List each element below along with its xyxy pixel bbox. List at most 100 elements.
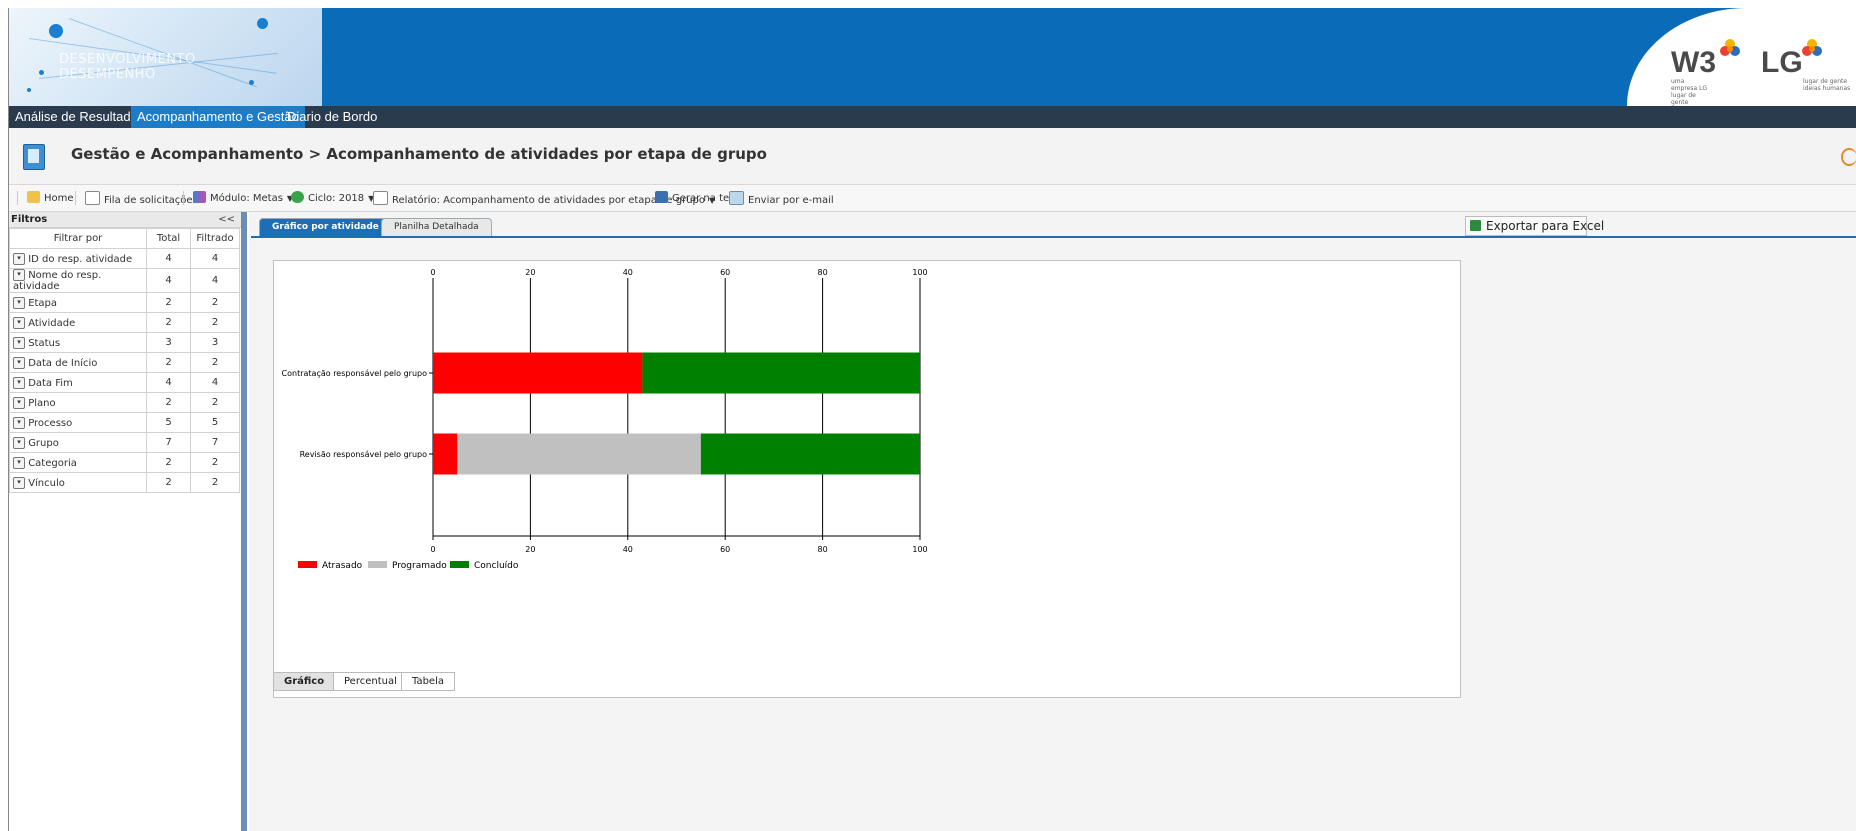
- x-tick-label-top: 60: [720, 268, 730, 277]
- filter-row: ▾ Etapa 2 2: [9, 292, 240, 313]
- send-email-button[interactable]: Enviar por e-mail: [729, 191, 834, 206]
- lg-tagline: lugar de gente ideias humanas: [1803, 78, 1851, 92]
- queue-button[interactable]: Fila de solicitações: [85, 191, 198, 206]
- home-button[interactable]: Home: [27, 191, 74, 205]
- export-label: Exportar para Excel: [1486, 219, 1605, 233]
- column-header: Total: [146, 228, 191, 249]
- filter-dropdown-icon[interactable]: ▾: [13, 416, 25, 429]
- filter-dropdown-icon[interactable]: ▾: [13, 396, 25, 409]
- menu-analise-resultados[interactable]: Análise de Resultados: [9, 106, 150, 128]
- filter-dropdown-icon[interactable]: ▾: [13, 336, 25, 349]
- filter-label-cell: ▾ Atividade: [9, 312, 147, 333]
- filter-filtered: 2: [190, 472, 240, 493]
- filter-total: 5: [146, 412, 191, 433]
- filter-dropdown-icon[interactable]: ▾: [13, 296, 25, 309]
- refresh-icon[interactable]: [1841, 148, 1856, 166]
- module-dropdown[interactable]: Módulo: Metas ▼: [193, 191, 293, 205]
- x-tick-label-bottom: 80: [818, 545, 828, 554]
- legend-swatch: [450, 561, 469, 568]
- filter-total: 2: [146, 472, 191, 493]
- filter-total: 4: [146, 372, 191, 393]
- home-label: Home: [44, 193, 74, 204]
- filter-row: ▾ Processo 5 5: [9, 412, 240, 433]
- filter-label-cell: ▾ Plano: [9, 392, 147, 413]
- menu-acompanhamento-gestao[interactable]: Acompanhamento e Gestão: [131, 106, 305, 128]
- filters-table: Filtrar por Total Filtrado ▾ ID do resp.…: [9, 228, 240, 493]
- filter-label-cell: ▾ ID do resp. atividade: [9, 248, 147, 269]
- x-tick-label-top: 20: [525, 268, 535, 277]
- filter-dropdown-icon[interactable]: ▾: [13, 476, 25, 489]
- filter-label-cell: ▾ Data Fim: [9, 372, 147, 393]
- filter-label-cell: ▾ Categoria: [9, 452, 147, 473]
- filters-title: Filtros: [11, 214, 48, 225]
- x-tick-label-bottom: 100: [912, 545, 927, 554]
- filter-label: Categoria: [28, 457, 77, 469]
- filter-dropdown-icon[interactable]: ▾: [13, 269, 25, 281]
- cycle-dropdown[interactable]: Ciclo: 2018 ▼: [291, 191, 374, 205]
- tab-tabela[interactable]: Tabela: [401, 672, 455, 691]
- filter-label: Grupo: [28, 437, 59, 449]
- banner-title: DESENVOLVIMENTO DESEMPENHO: [59, 52, 196, 82]
- filter-label-cell: ▾ Processo: [9, 412, 147, 433]
- menu-diario-bordo[interactable]: Diario de Bordo: [281, 106, 383, 128]
- filter-filtered: 2: [190, 352, 240, 373]
- filter-row: ▾ Atividade 2 2: [9, 312, 240, 333]
- module-icon: [193, 191, 206, 203]
- home-icon: [27, 191, 40, 203]
- filter-label-cell: ▾ Status: [9, 332, 147, 353]
- filter-filtered: 5: [190, 412, 240, 433]
- panel-splitter[interactable]: [241, 212, 247, 831]
- lg-flower-icon: [1802, 39, 1822, 56]
- filter-label-cell: ▾ Nome do resp. atividade: [9, 268, 147, 293]
- bar-atrasado: [433, 433, 458, 475]
- filter-label-cell: ▾ Data de Início: [9, 352, 147, 373]
- filter-dropdown-icon[interactable]: ▾: [13, 436, 25, 449]
- cycle-label: Ciclo: 2018: [308, 193, 365, 204]
- bar-atrasado: [433, 352, 643, 394]
- filter-row: ▾ Status 3 3: [9, 332, 240, 353]
- filter-filtered: 2: [190, 312, 240, 333]
- monitor-icon: [655, 191, 668, 203]
- filter-label: Atividade: [28, 317, 76, 329]
- filter-filtered: 2: [190, 392, 240, 413]
- tab-detailed-sheet[interactable]: Planilha Detalhada: [381, 218, 492, 236]
- filter-row: ▾ ID do resp. atividade 4 4: [9, 248, 240, 269]
- y-tick-label: Revisão responsável pelo grupo: [300, 450, 428, 459]
- filter-dropdown-icon[interactable]: ▾: [13, 316, 25, 329]
- export-excel-button[interactable]: Exportar para Excel: [1465, 216, 1604, 236]
- legend-swatch: [298, 561, 317, 568]
- filter-label-cell: ▾ Etapa: [9, 292, 147, 313]
- filter-row: ▾ Plano 2 2: [9, 392, 240, 413]
- x-tick-label-top: 40: [623, 268, 633, 277]
- filter-dropdown-icon[interactable]: ▾: [13, 376, 25, 389]
- bar-programado: [457, 433, 701, 475]
- tab-underline: [251, 236, 1856, 238]
- filter-total: 4: [146, 248, 191, 269]
- filter-filtered: 4: [190, 372, 240, 393]
- x-tick-label-bottom: 60: [720, 545, 730, 554]
- tab-chart-by-activity[interactable]: Gráfico por atividade: [259, 218, 392, 236]
- banner-graphic: DESENVOLVIMENTO DESEMPENHO: [9, 8, 322, 106]
- filter-dropdown-icon[interactable]: ▾: [13, 456, 25, 469]
- filter-dropdown-icon[interactable]: ▾: [13, 356, 25, 369]
- filters-header: Filtros <<: [9, 212, 241, 228]
- filter-dropdown-icon[interactable]: ▾: [13, 252, 25, 265]
- filter-label: Etapa: [28, 297, 58, 309]
- legend-label: Programado: [392, 561, 447, 571]
- tab-grafico[interactable]: Gráfico: [273, 672, 336, 691]
- module-label: Módulo: Metas: [210, 193, 283, 204]
- filter-label: Vínculo: [28, 477, 65, 489]
- filter-label-cell: ▾ Grupo: [9, 432, 147, 453]
- x-tick-label-top: 80: [818, 268, 828, 277]
- page-title: Gestão e Acompanhamento > Acompanhamento…: [71, 145, 767, 163]
- tab-percentual[interactable]: Percentual: [333, 672, 408, 691]
- bar-concluído: [642, 352, 920, 394]
- generate-on-screen-button[interactable]: Gerar na tela: [655, 191, 738, 205]
- filter-row: ▾ Data de Início 2 2: [9, 352, 240, 373]
- filter-label: Data Fim: [28, 377, 73, 389]
- main-menu: Análise de Resultados Acompanhamento e G…: [9, 106, 1856, 128]
- filter-filtered: 2: [190, 452, 240, 473]
- filter-filtered: 3: [190, 332, 240, 353]
- filter-row: ▾ Grupo 7 7: [9, 432, 240, 453]
- collapse-button[interactable]: <<: [218, 212, 235, 227]
